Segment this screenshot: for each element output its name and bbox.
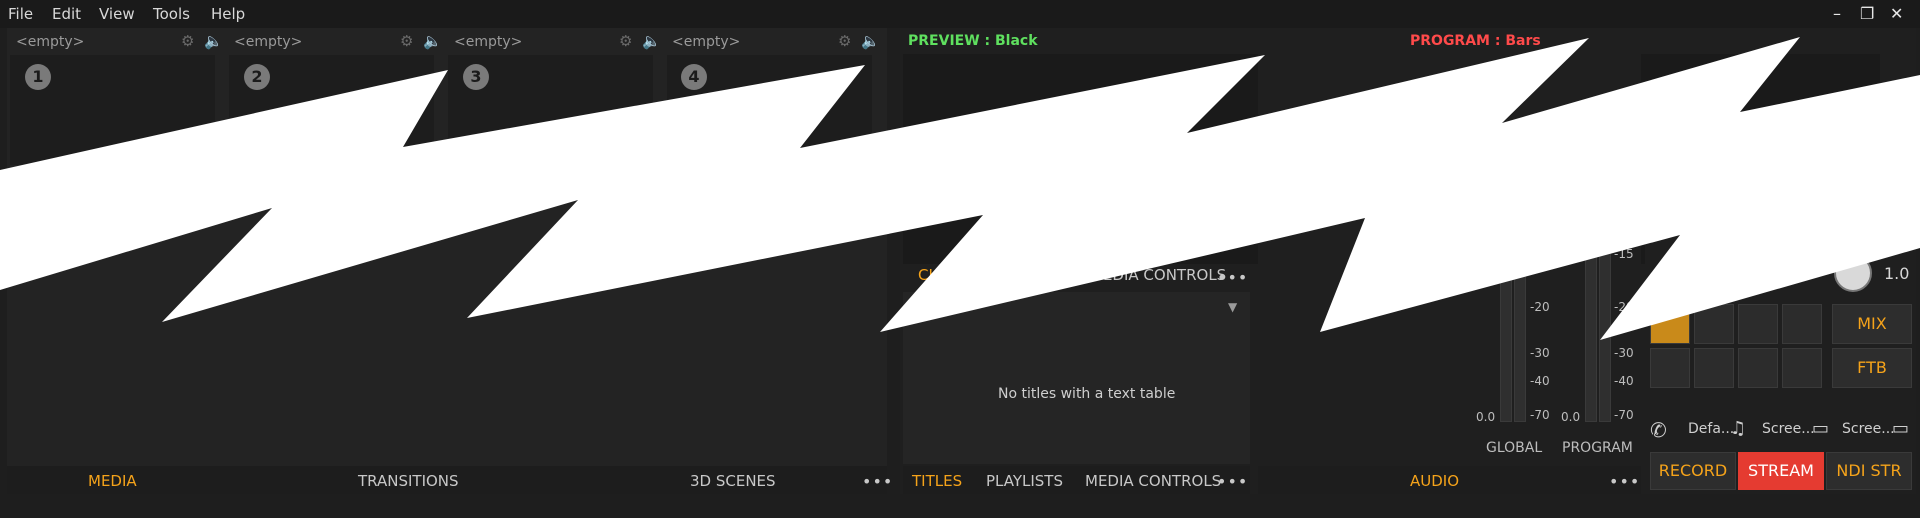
app-window: File Edit View Tools Help – ❐ ✕ <empty> … (0, 0, 1920, 518)
zigzag-shape (0, 37, 1920, 340)
zigzag-overlay (0, 37, 1920, 340)
